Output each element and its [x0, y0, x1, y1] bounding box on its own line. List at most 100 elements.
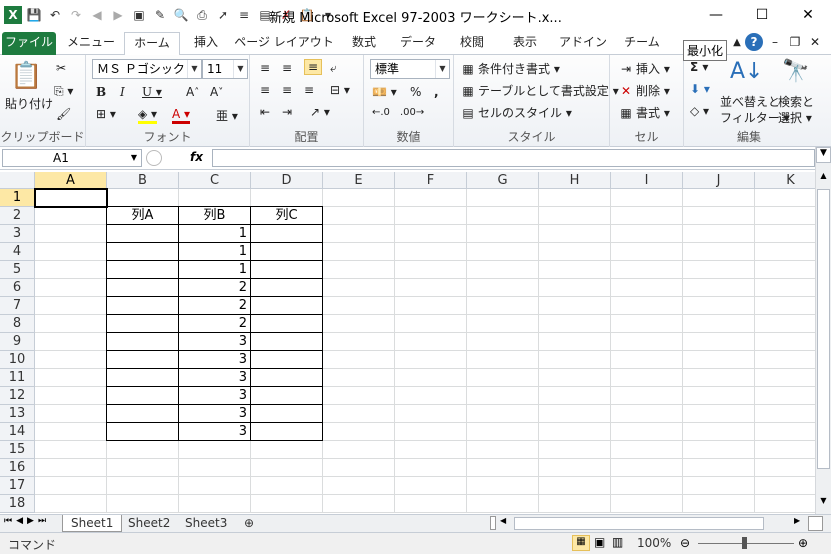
cell-h4[interactable] [539, 243, 611, 261]
cell-f2[interactable] [395, 207, 467, 225]
decrease-decimal-icon[interactable]: .00→ [400, 107, 424, 118]
shrink-font-icon[interactable]: A ˅ [210, 85, 223, 99]
cell-k17[interactable] [755, 477, 815, 495]
cell-k2[interactable] [755, 207, 815, 225]
cell-j13[interactable] [683, 405, 755, 423]
sort-filter-label-1[interactable]: 並べ替えと [720, 93, 780, 110]
cell-i11[interactable] [611, 369, 683, 387]
cell-a18[interactable] [35, 495, 107, 513]
cell-g10[interactable] [467, 351, 539, 369]
cell-g13[interactable] [467, 405, 539, 423]
cell-c7[interactable]: 2 [179, 297, 251, 315]
comma-icon[interactable]: , [434, 85, 439, 99]
cell-e18[interactable] [323, 495, 395, 513]
name-box[interactable]: A1 ▼ [2, 149, 142, 167]
find-select-label-1[interactable]: 検索と [778, 93, 814, 110]
cell-f15[interactable] [395, 441, 467, 459]
cell-e17[interactable] [323, 477, 395, 495]
cell-e2[interactable] [323, 207, 395, 225]
cell-d14[interactable] [251, 423, 323, 441]
cell-b17[interactable] [107, 477, 179, 495]
cell-d13[interactable] [251, 405, 323, 423]
cell-k6[interactable] [755, 279, 815, 297]
cell-c15[interactable] [179, 441, 251, 459]
paste-icon[interactable]: 📋 [10, 61, 42, 91]
cell-d6[interactable] [251, 279, 323, 297]
cell-c5[interactable]: 1 [179, 261, 251, 279]
cell-b9[interactable] [107, 333, 179, 351]
binoculars-icon[interactable]: 🔭 [782, 59, 809, 84]
align-bottom-icon[interactable]: ≡ [304, 59, 323, 75]
cell-j18[interactable] [683, 495, 755, 513]
align-middle-icon[interactable]: ≡ [282, 61, 292, 75]
ribbon-collapse-icon[interactable]: ▲ [730, 32, 744, 55]
cell-k4[interactable] [755, 243, 815, 261]
cell-a17[interactable] [35, 477, 107, 495]
conditional-format-button[interactable]: ▦ 条件付き書式 ▾ [460, 60, 560, 77]
phonetic-icon[interactable]: 亜 ▾ [216, 107, 238, 124]
cell-h12[interactable] [539, 387, 611, 405]
borders-icon[interactable]: ⊞ ▾ [96, 107, 116, 121]
cell-e3[interactable] [323, 225, 395, 243]
column-header-d[interactable]: D [251, 172, 323, 189]
column-header-g[interactable]: G [467, 172, 539, 189]
row-header-14[interactable]: 14 [0, 423, 35, 441]
cell-j16[interactable] [683, 459, 755, 477]
cell-j2[interactable] [683, 207, 755, 225]
zoom-out-icon[interactable]: ⊖ [680, 536, 690, 550]
cell-styles-button[interactable]: ▤ セルのスタイル ▾ [460, 104, 572, 121]
cell-j4[interactable] [683, 243, 755, 261]
sheet-tab-active[interactable]: Sheet1 [62, 515, 123, 532]
cell-b11[interactable] [107, 369, 179, 387]
cell-i14[interactable] [611, 423, 683, 441]
clear-icon[interactable]: ✗ [277, 6, 295, 24]
cell-j12[interactable] [683, 387, 755, 405]
increase-decimal-icon[interactable]: ←.0 [372, 107, 390, 118]
cell-f5[interactable] [395, 261, 467, 279]
cell-a8[interactable] [35, 315, 107, 333]
align-right-icon[interactable]: ≡ [304, 83, 314, 97]
print-preview-icon[interactable]: 🔍 [172, 6, 190, 24]
increase-indent-icon[interactable]: ⇥ [282, 105, 292, 119]
insert-cells-button[interactable]: ⇥ 挿入 ▾ [618, 60, 670, 77]
tab-team[interactable]: チーム [618, 32, 666, 55]
cell-g3[interactable] [467, 225, 539, 243]
cell-d5[interactable] [251, 261, 323, 279]
row-header-7[interactable]: 7 [0, 297, 35, 315]
cell-i2[interactable] [611, 207, 683, 225]
cell-j1[interactable] [683, 189, 755, 207]
cell-d3[interactable] [251, 225, 323, 243]
cell-h7[interactable] [539, 297, 611, 315]
scroll-right-icon[interactable]: ▶ [794, 516, 800, 525]
cell-b8[interactable] [107, 315, 179, 333]
customize-icon[interactable]: ▾ [319, 6, 337, 24]
row-header-11[interactable]: 11 [0, 369, 35, 387]
row-header-15[interactable]: 15 [0, 441, 35, 459]
cell-j3[interactable] [683, 225, 755, 243]
cell-k12[interactable] [755, 387, 815, 405]
cell-d11[interactable] [251, 369, 323, 387]
cell-a6[interactable] [35, 279, 107, 297]
cell-b5[interactable] [107, 261, 179, 279]
zoom-slider-thumb[interactable] [742, 537, 747, 549]
autosum-icon[interactable]: Σ ▾ [690, 60, 708, 74]
split-box-icon[interactable] [808, 516, 823, 531]
row-header-16[interactable]: 16 [0, 459, 35, 477]
cell-i16[interactable] [611, 459, 683, 477]
tab-addins[interactable]: アドイン [558, 32, 608, 55]
cell-b2[interactable]: 列A [107, 207, 179, 225]
scroll-up-icon[interactable]: ▲ [816, 171, 831, 187]
cell-g9[interactable] [467, 333, 539, 351]
cell-k7[interactable] [755, 297, 815, 315]
cell-c14[interactable]: 3 [179, 423, 251, 441]
cell-f8[interactable] [395, 315, 467, 333]
vertical-scroll-thumb[interactable] [817, 189, 830, 469]
doc-close-icon[interactable]: ✕ [808, 32, 822, 55]
cell-i9[interactable] [611, 333, 683, 351]
cell-f17[interactable] [395, 477, 467, 495]
format-cells-button[interactable]: ▦ 書式 ▾ [618, 104, 670, 121]
cell-a10[interactable] [35, 351, 107, 369]
decrease-indent-icon[interactable]: ⇤ [260, 105, 270, 119]
cell-e13[interactable] [323, 405, 395, 423]
cell-g2[interactable] [467, 207, 539, 225]
